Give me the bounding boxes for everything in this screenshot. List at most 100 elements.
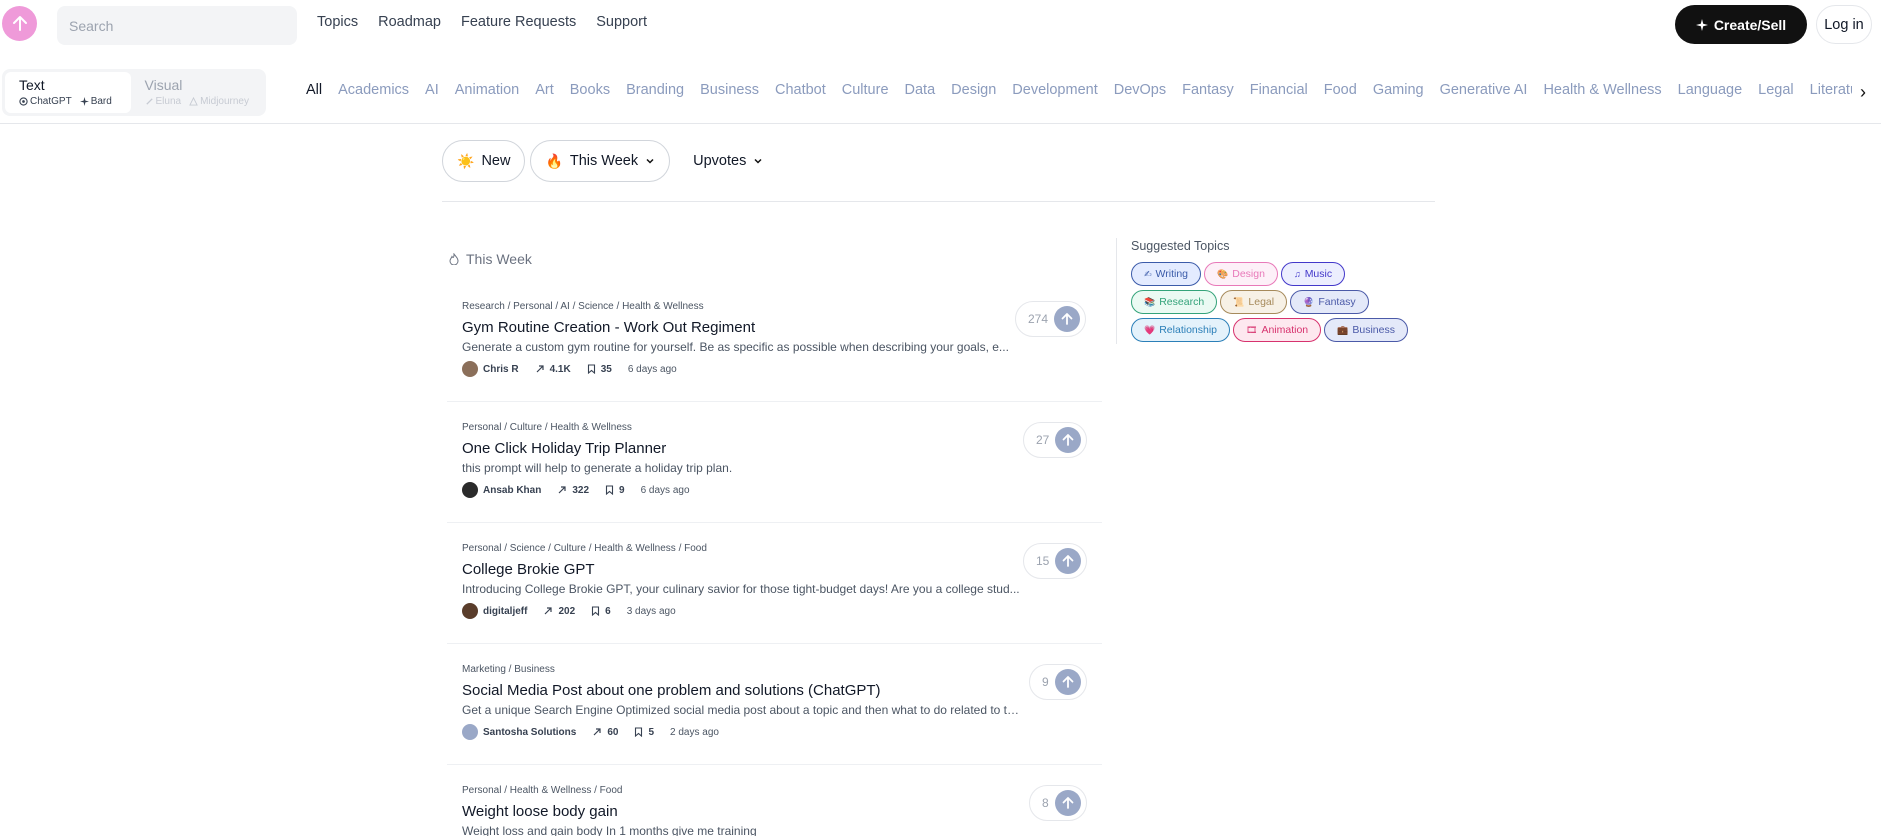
card-title[interactable]: Weight loose body gain bbox=[462, 803, 618, 820]
nav-support[interactable]: Support bbox=[596, 14, 647, 30]
topic-tab[interactable]: Financial bbox=[1250, 82, 1308, 102]
card-title[interactable]: Gym Routine Creation - Work Out Regiment bbox=[462, 319, 755, 336]
topic-tab[interactable]: Gaming bbox=[1373, 82, 1424, 102]
topic-tag[interactable]: 📚 Research bbox=[1131, 290, 1218, 314]
topic-emoji-icon: 📚 bbox=[1144, 296, 1156, 307]
topic-tab[interactable]: AI bbox=[425, 82, 439, 102]
fire-icon: 🔥 bbox=[545, 152, 563, 169]
suggested-topics-list: ✍ Writing 🎨 Design ♫ Music 📚 Research 📜 Legal 🔮 Fan… bbox=[1131, 262, 1431, 342]
card-meta: Santosha Solutions 60 5 2 days ago bbox=[462, 724, 719, 740]
upvote-count: 8 bbox=[1042, 796, 1049, 810]
sort-dropdown[interactable]: Upvotes bbox=[675, 140, 778, 182]
card-meta: Chris R 4.1K 35 6 days ago bbox=[462, 361, 677, 377]
mode-text[interactable]: Text ChatGPT Bard bbox=[5, 72, 131, 113]
topic-tab[interactable]: Design bbox=[951, 82, 996, 102]
card-description: this prompt will help to generate a holi… bbox=[462, 461, 733, 475]
upvote-button[interactable]: 274 bbox=[1015, 301, 1087, 337]
topic-tag[interactable]: ♫ Music bbox=[1280, 262, 1346, 286]
topic-tab[interactable]: Books bbox=[570, 82, 610, 102]
topic-tag[interactable]: 🎨 Design bbox=[1204, 262, 1278, 286]
avatar bbox=[462, 361, 478, 377]
topic-tab[interactable]: All bbox=[306, 82, 322, 102]
saves-stat: 35 bbox=[587, 364, 612, 375]
topic-tab[interactable]: Development bbox=[1012, 82, 1097, 102]
sidebar-divider bbox=[1116, 238, 1117, 344]
create-sell-button[interactable]: Create/Sell bbox=[1675, 5, 1807, 44]
upvote-button[interactable]: 15 bbox=[1023, 543, 1088, 579]
topic-tab[interactable]: Food bbox=[1324, 82, 1357, 102]
upvote-button[interactable]: 8 bbox=[1029, 785, 1087, 821]
author[interactable]: digitaljeff bbox=[462, 603, 527, 619]
chevron-down-icon bbox=[646, 158, 654, 164]
topic-tab[interactable]: DevOps bbox=[1114, 82, 1166, 102]
eluna-icon bbox=[145, 98, 153, 105]
author-name: Santosha Solutions bbox=[483, 726, 577, 738]
mode-visual[interactable]: Visual Eluna Midjourney bbox=[131, 72, 264, 113]
topic-tab[interactable]: Health & Wellness bbox=[1543, 82, 1661, 102]
upvote-count: 9 bbox=[1042, 675, 1049, 689]
period-filter-dropdown[interactable]: 🔥 This Week bbox=[530, 140, 671, 182]
topic-tab[interactable]: Generative AI bbox=[1440, 82, 1528, 102]
topic-tab[interactable]: Art bbox=[535, 82, 554, 102]
midjourney-label: Midjourney bbox=[200, 96, 249, 107]
topic-tab[interactable]: Academics bbox=[338, 82, 409, 102]
topic-tag[interactable]: 🎞 Animation bbox=[1233, 318, 1322, 342]
upvote-button[interactable]: 27 bbox=[1023, 422, 1088, 458]
card-title[interactable]: One Click Holiday Trip Planner bbox=[462, 440, 666, 457]
author[interactable]: Ansab Khan bbox=[462, 482, 541, 498]
search-input[interactable] bbox=[57, 6, 297, 45]
avatar bbox=[462, 724, 478, 740]
chatgpt-icon bbox=[19, 97, 28, 106]
new-filter-button[interactable]: ☀️ New bbox=[442, 140, 526, 182]
card-title[interactable]: Social Media Post about one problem and … bbox=[462, 682, 881, 699]
topic-tag[interactable]: 💼 Business bbox=[1324, 318, 1408, 342]
chevron-right-icon[interactable]: › bbox=[1852, 80, 1874, 104]
bookmark-icon bbox=[635, 727, 643, 737]
prompt-card[interactable]: Personal / Health & Wellness / Food Weig… bbox=[447, 785, 1102, 836]
arrow-up-icon bbox=[1054, 790, 1081, 816]
topic-tab[interactable]: Language bbox=[1678, 82, 1743, 102]
topic-tag-label: Research bbox=[1159, 296, 1205, 308]
topic-tag-label: Fantasy bbox=[1318, 296, 1356, 308]
topic-tab[interactable]: Branding bbox=[626, 82, 684, 102]
avatar bbox=[462, 603, 478, 619]
topic-tab[interactable]: Animation bbox=[455, 82, 519, 102]
topic-tag[interactable]: 📜 Legal bbox=[1220, 290, 1288, 314]
topic-tag[interactable]: ✍ Writing bbox=[1131, 262, 1202, 286]
card-categories: Personal / Science / Culture / Health & … bbox=[462, 543, 707, 554]
trend-arrow-icon bbox=[558, 486, 566, 494]
topic-tab[interactable]: Chatbot bbox=[775, 82, 826, 102]
nav-roadmap[interactable]: Roadmap bbox=[378, 14, 441, 30]
chatgpt-tag: ChatGPT bbox=[19, 96, 72, 107]
main-nav: Topics Roadmap Feature Requests Support bbox=[317, 14, 647, 30]
views-count: 202 bbox=[558, 605, 576, 617]
topic-tab[interactable]: Fantasy bbox=[1182, 82, 1234, 102]
card-description: Generate a custom gym routine for yourse… bbox=[462, 340, 1009, 354]
topic-tab[interactable]: Business bbox=[700, 82, 759, 102]
login-button[interactable]: Log in bbox=[1816, 5, 1872, 44]
upvote-count: 27 bbox=[1036, 433, 1050, 447]
saves-count: 6 bbox=[605, 605, 611, 617]
saves-stat: 9 bbox=[605, 485, 625, 496]
topic-tag-label: Relationship bbox=[1159, 324, 1218, 336]
prompt-card[interactable]: Personal / Culture / Health & Wellness O… bbox=[447, 422, 1102, 523]
trend-arrow-icon bbox=[593, 728, 601, 736]
topic-tab[interactable]: Culture bbox=[842, 82, 889, 102]
prompt-card[interactable]: Personal / Science / Culture / Health & … bbox=[447, 543, 1102, 644]
nav-feature-requests[interactable]: Feature Requests bbox=[461, 14, 576, 30]
author[interactable]: Santosha Solutions bbox=[462, 724, 576, 740]
topic-tab[interactable]: Legal bbox=[1758, 82, 1793, 102]
author[interactable]: Chris R bbox=[462, 361, 519, 377]
prompt-card[interactable]: Research / Personal / AI / Science / Hea… bbox=[447, 301, 1102, 402]
topic-emoji-icon: ♫ bbox=[1293, 269, 1301, 279]
topic-tag[interactable]: 💗 Relationship bbox=[1131, 318, 1231, 342]
upvote-button[interactable]: 9 bbox=[1029, 664, 1087, 700]
arrow-up-icon bbox=[1055, 427, 1082, 453]
card-title[interactable]: College Brokie GPT bbox=[462, 561, 595, 578]
logo[interactable] bbox=[2, 6, 37, 41]
nav-topics[interactable]: Topics bbox=[317, 14, 358, 30]
prompt-card[interactable]: Marketing / Business Social Media Post a… bbox=[447, 664, 1102, 765]
views-stat: 202 bbox=[543, 606, 575, 617]
topic-tag[interactable]: 🔮 Fantasy bbox=[1290, 290, 1369, 314]
topic-tab[interactable]: Data bbox=[905, 82, 936, 102]
